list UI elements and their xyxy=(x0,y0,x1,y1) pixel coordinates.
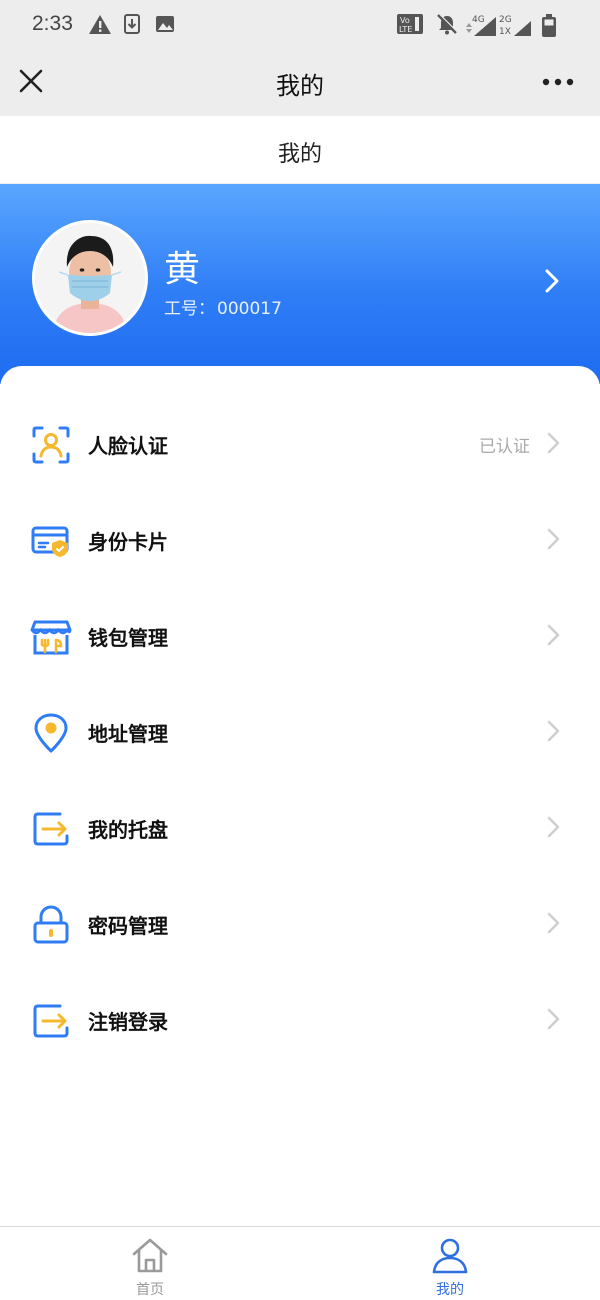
wallet-shop-icon xyxy=(30,620,72,655)
signal-2g-icon: 2G 1X xyxy=(499,15,531,37)
id-card-icon xyxy=(31,526,69,557)
status-time: 2:33 xyxy=(32,12,73,35)
svg-text:Vo: Vo xyxy=(400,16,410,25)
chevron-right-icon xyxy=(547,1008,560,1030)
menu-label: 钱包管理 xyxy=(88,626,168,650)
page-header: 我的 xyxy=(0,116,600,184)
image-icon xyxy=(156,16,174,32)
logout-icon xyxy=(33,1004,69,1038)
more-icon[interactable] xyxy=(536,70,580,94)
warning-icon xyxy=(89,15,111,34)
chevron-right-icon xyxy=(547,624,560,646)
chevron-right-icon xyxy=(547,912,560,934)
user-name: 黄 xyxy=(164,249,201,290)
menu-item-wallet[interactable]: 钱包管理 xyxy=(0,588,600,684)
menu-item-id-card[interactable]: 身份卡片 xyxy=(0,492,600,588)
lock-icon xyxy=(33,905,69,944)
nav-label: 首页 xyxy=(136,1282,164,1298)
chevron-right-icon[interactable] xyxy=(540,266,564,296)
menu-card: 人脸认证 已认证 身份卡片 钱包管理 地址管理 我的托盘 密码管理 注销登录 xyxy=(0,366,600,1226)
profile-banner[interactable]: 黄 工号： 000017 xyxy=(0,184,600,384)
svg-text:LTE: LTE xyxy=(399,25,412,34)
nav-label: 我的 xyxy=(436,1282,464,1298)
home-icon xyxy=(132,1238,168,1273)
page-title: 我的 xyxy=(277,142,322,167)
bottom-nav: 首页 我的 xyxy=(0,1226,600,1300)
location-pin-icon xyxy=(34,713,68,753)
menu-label: 人脸认证 xyxy=(88,434,168,458)
volte-icon: Vo LTE xyxy=(397,14,423,34)
status-bar: 2:33 Vo LTE 4G 2G 1X xyxy=(0,0,600,50)
tray-arrow-icon xyxy=(33,812,69,846)
battery-icon xyxy=(542,14,556,37)
svg-text:4G: 4G xyxy=(472,15,485,25)
nav-item-mine[interactable]: 我的 xyxy=(300,1227,600,1300)
menu-list: 人脸认证 已认证 身份卡片 钱包管理 地址管理 我的托盘 密码管理 注销登录 xyxy=(0,396,600,1068)
menu-label: 注销登录 xyxy=(88,1010,168,1034)
face-verify-icon xyxy=(32,426,70,464)
mute-icon xyxy=(437,13,458,35)
chevron-right-icon xyxy=(547,528,560,550)
menu-item-password[interactable]: 密码管理 xyxy=(0,876,600,972)
menu-label: 密码管理 xyxy=(88,914,168,938)
avatar[interactable] xyxy=(32,220,148,336)
chevron-right-icon xyxy=(547,720,560,742)
menu-label: 身份卡片 xyxy=(88,530,168,554)
chevron-right-icon xyxy=(547,432,560,454)
menu-item-logout[interactable]: 注销登录 xyxy=(0,972,600,1068)
window-title: 我的 xyxy=(276,72,324,100)
menu-label: 我的托盘 xyxy=(88,818,168,842)
nav-item-home[interactable]: 首页 xyxy=(0,1227,300,1300)
download-icon xyxy=(124,14,140,34)
employee-id: 工号： 000017 xyxy=(164,294,282,319)
menu-item-address[interactable]: 地址管理 xyxy=(0,684,600,780)
employee-id-value: 000017 xyxy=(217,299,282,319)
employee-id-label: 工号： xyxy=(164,299,215,319)
title-bar: 我的 xyxy=(0,50,600,116)
chevron-right-icon xyxy=(547,816,560,838)
menu-item-tray[interactable]: 我的托盘 xyxy=(0,780,600,876)
svg-text:1X: 1X xyxy=(499,27,511,37)
signal-4g-icon: 4G xyxy=(466,15,496,36)
svg-text:2G: 2G xyxy=(499,15,512,25)
menu-item-face-verify[interactable]: 人脸认证 已认证 xyxy=(0,396,600,492)
avatar-photo xyxy=(35,223,145,333)
face-verify-status: 已认证 xyxy=(479,437,530,457)
person-icon xyxy=(432,1238,468,1274)
menu-label: 地址管理 xyxy=(88,722,168,746)
